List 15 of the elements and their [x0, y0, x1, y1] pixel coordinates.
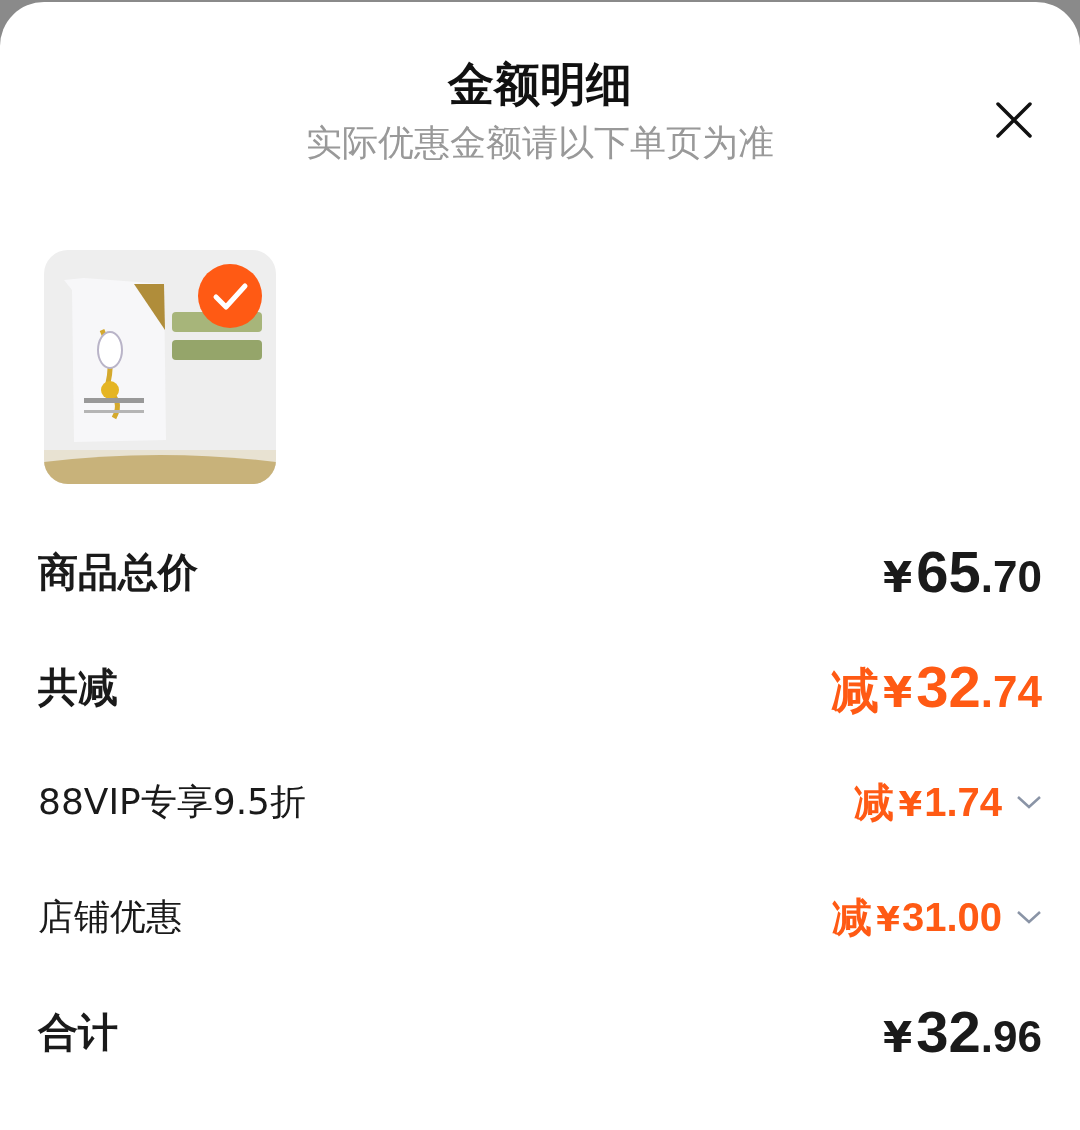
- amount: 减¥32.74: [831, 653, 1042, 721]
- row-label: 88VIP专享9.5折: [38, 779, 306, 824]
- amount: 减¥1.74: [854, 777, 1002, 827]
- row-label: 店铺优惠: [38, 894, 182, 939]
- amount: ¥65.70: [883, 538, 1042, 606]
- row-label: 共减: [38, 662, 118, 712]
- row-label: 商品总价: [38, 547, 198, 597]
- amount: ¥32.96: [883, 998, 1042, 1066]
- close-icon: [996, 102, 1032, 138]
- amount: 减¥31.00: [832, 892, 1002, 942]
- chevron-down-icon[interactable]: [1016, 908, 1042, 925]
- row-label: 合计: [38, 1007, 118, 1057]
- chevron-down-icon[interactable]: [1016, 793, 1042, 810]
- sheet-title: 金额明细: [448, 56, 632, 113]
- sheet-subtitle: 实际优惠金额请以下单页为准: [306, 121, 774, 165]
